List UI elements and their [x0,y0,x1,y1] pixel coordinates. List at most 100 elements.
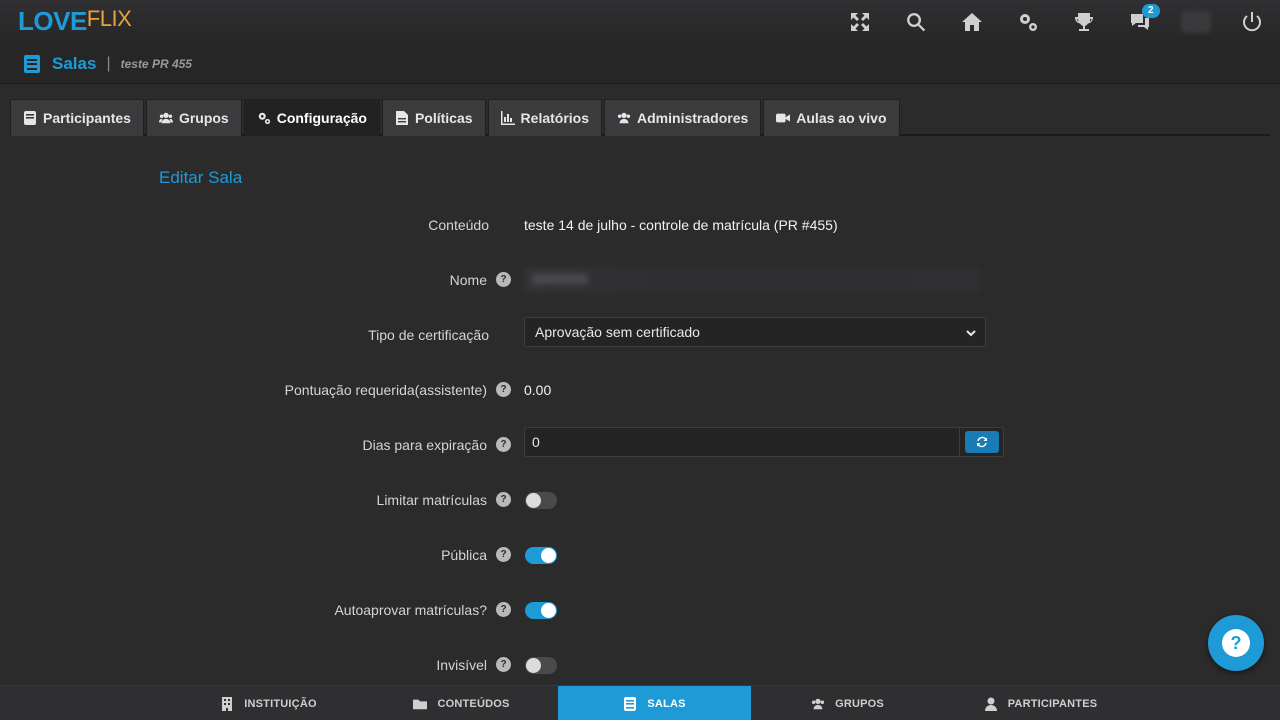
document-icon [395,111,408,125]
tab-label: Políticas [414,110,473,126]
autoapprove-toggle[interactable] [525,602,557,619]
row-content: Conteúdo teste 14 de julho - controle de… [0,210,1280,240]
score-value: 0.00 [524,382,552,398]
nav-label: INSTITUIÇÃO [244,697,317,710]
book-icon [24,54,40,73]
users-icon [617,112,631,124]
help-icon[interactable]: ? [496,272,511,287]
question-icon: ? [1222,629,1250,657]
tab-participantes[interactable]: Participantes [10,99,144,136]
top-icons: 2 [832,0,1280,44]
search-icon [907,13,926,32]
user-avatar-button[interactable] [1168,0,1224,44]
invisible-toggle[interactable] [525,657,557,674]
home-icon [962,13,982,31]
trophy-icon [1075,13,1093,31]
toggle-knob [526,658,541,673]
page-title[interactable]: Salas [52,54,96,74]
settings-button[interactable] [1000,0,1056,44]
help-icon[interactable]: ? [496,657,511,672]
power-icon [1243,12,1261,32]
nav-grupos[interactable]: GRUPOS [751,686,944,720]
trophy-button[interactable] [1056,0,1112,44]
help-icon[interactable]: ? [496,492,511,507]
gears-icon [1020,14,1037,31]
logout-button[interactable] [1224,0,1280,44]
expand-arrows-icon [851,13,869,31]
refresh-icon [976,436,987,448]
tab-label: Configuração [276,110,367,126]
tab-grupos[interactable]: Grupos [145,99,242,136]
content-value: teste 14 de julho - controle de matrícul… [524,217,838,233]
refresh-button[interactable] [960,427,1004,457]
help-icon[interactable]: ? [496,602,511,617]
tab-label: Relatórios [520,110,590,126]
page-header: Salas | teste PR 455 [0,44,1280,84]
nav-salas[interactable]: SALAS [558,686,751,720]
name-field-redacted[interactable] [524,267,980,293]
tab-politicas[interactable]: Políticas [381,99,486,136]
nav-participantes[interactable]: PARTICIPANTES [944,686,1137,720]
page-subtitle: teste PR 455 [120,56,192,71]
fullscreen-button[interactable] [832,0,888,44]
search-button[interactable] [888,0,944,44]
help-icon[interactable]: ? [496,437,511,452]
row-score: Pontuação requerida(assistente) ? 0.00 [0,375,1280,405]
help-icon[interactable]: ? [496,382,511,397]
public-label: Pública [441,547,487,563]
tab-configuracao[interactable]: Configuração [243,99,380,136]
certification-value: Aprovação sem certificado [535,324,700,340]
tab-label: Aulas ao vivo [796,110,887,126]
row-expiry: Dias para expiração ? 0 [0,427,1280,457]
expiry-days-input[interactable]: 0 [524,427,960,457]
section-title: Editar Sala [159,168,243,187]
tab-label: Grupos [178,110,229,126]
home-button[interactable] [944,0,1000,44]
bottom-nav: INSTITUIÇÃO CONTEÚDOS SALAS GRUPOS PARTI… [0,685,1280,720]
nav-instituicao[interactable]: INSTITUIÇÃO [172,686,365,720]
tab-label: Administradores [637,110,749,126]
loveflix-logo[interactable]: LOVEFLIX [18,6,132,37]
avatar [1181,11,1211,33]
toggle-knob [541,548,556,563]
nav-label: SALAS [647,697,686,710]
nav-conteudos[interactable]: CONTEÚDOS [365,686,558,720]
book-icon [24,111,36,125]
folder-icon [413,699,428,709]
logo-flix-text: FLIX [86,6,132,31]
row-name: Nome ? [0,265,1280,295]
user-icon [984,697,997,711]
video-icon [776,113,791,123]
tab-aulas-ao-vivo[interactable]: Aulas ao vivo [763,99,900,136]
messages-button[interactable]: 2 [1112,0,1168,44]
help-icon[interactable]: ? [496,547,511,562]
row-public: Pública ? [0,540,1280,570]
header-separator: | [106,54,111,72]
nav-label: CONTEÚDOS [437,697,510,710]
expiry-input-group: 0 [524,427,1004,457]
logo-love-text: LOVE [18,6,87,36]
floating-help-button[interactable]: ? [1208,615,1264,671]
expiry-label: Dias para expiração [362,437,487,453]
public-toggle[interactable] [525,547,557,564]
row-cert: Tipo de certificação Aprovação sem certi… [0,317,1280,347]
tab-administradores[interactable]: Administradores [604,99,762,136]
limit-enrollments-toggle[interactable] [525,492,557,509]
row-limit: Limitar matrículas ? [0,485,1280,515]
row-autoapprove: Autoaprovar matrículas? ? [0,595,1280,625]
tab-relatorios[interactable]: Relatórios [487,99,603,136]
autoapprove-label: Autoaprovar matrículas? [334,602,487,618]
book-icon [624,696,637,711]
top-bar: LOVEFLIX 2 [0,0,1280,44]
gears-icon [258,112,270,125]
nav-label: GRUPOS [835,697,884,710]
certification-select[interactable]: Aprovação sem certificado [524,317,986,347]
nav-label: PARTICIPANTES [1007,697,1098,710]
chart-icon [500,111,515,125]
toggle-knob [541,603,556,618]
chevron-down-icon [966,330,976,337]
users-icon [158,112,173,124]
name-label: Nome [449,272,487,288]
content-label: Conteúdo [428,217,489,233]
tab-label: Participantes [43,110,131,126]
